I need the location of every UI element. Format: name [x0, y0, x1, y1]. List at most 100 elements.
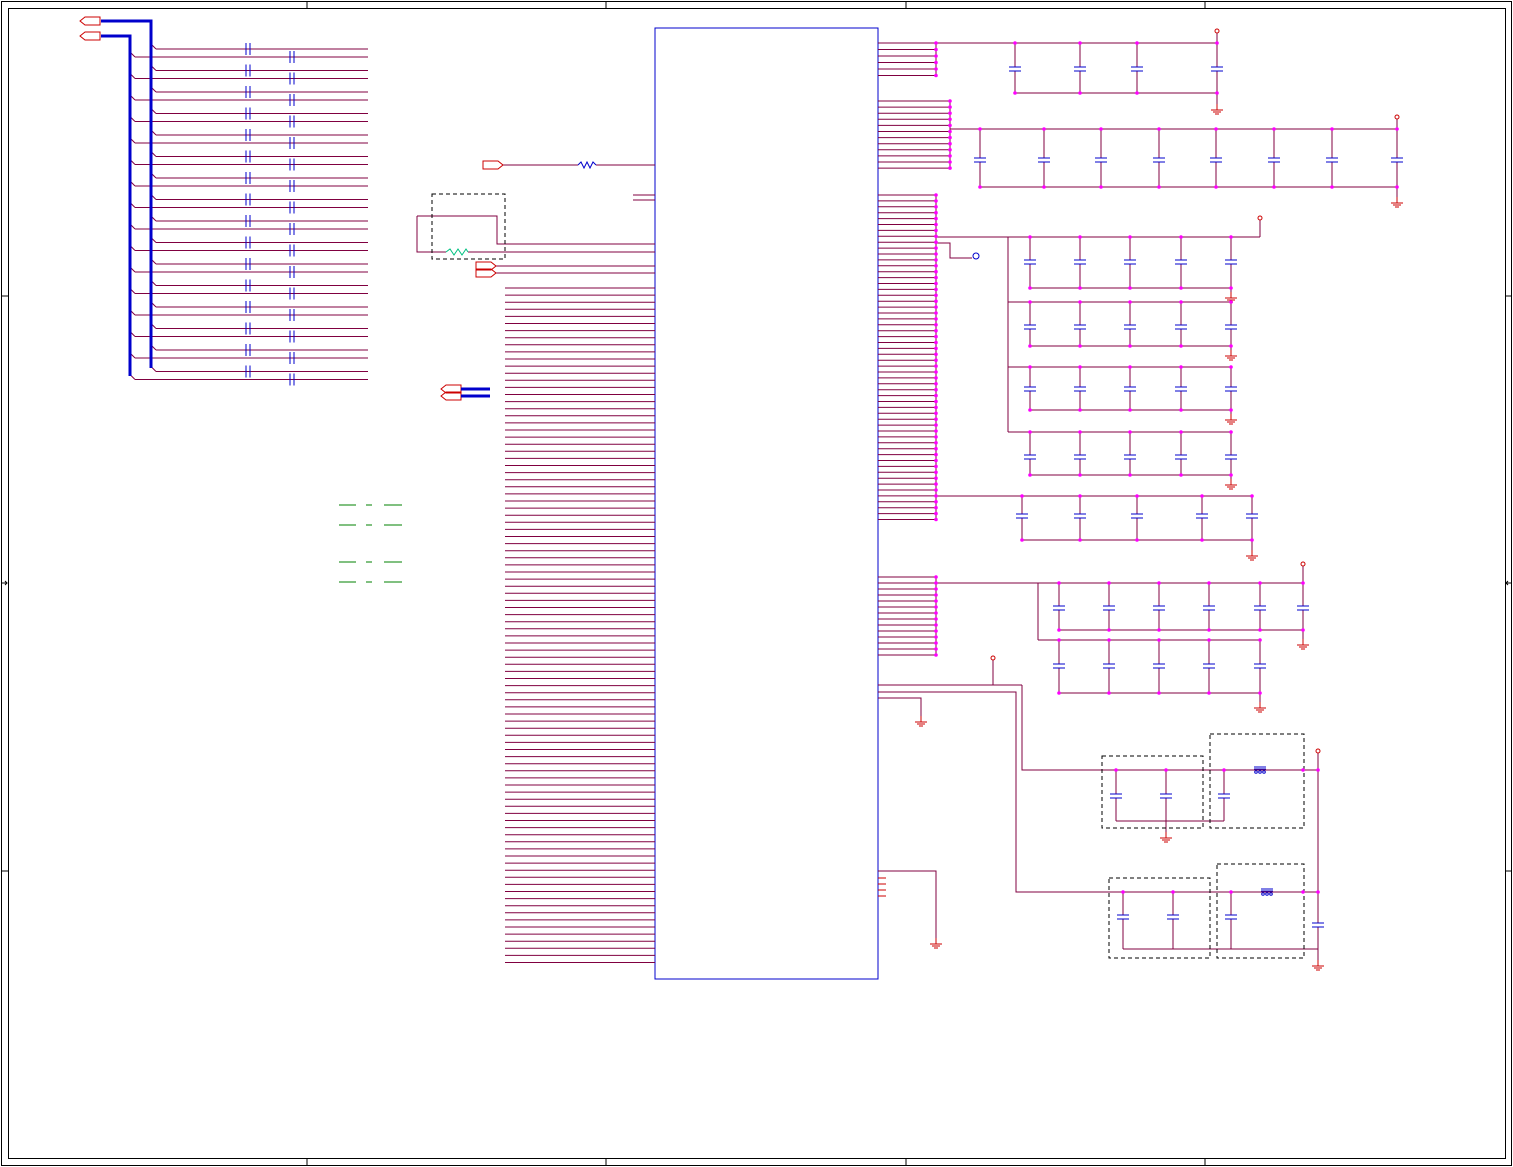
junction-dot [934, 393, 938, 398]
junction-dot [978, 185, 982, 189]
junction-dot [934, 647, 938, 651]
junction-dot [948, 160, 952, 164]
junction-dot [934, 458, 938, 463]
junction-dot [1215, 91, 1219, 95]
junction-dot [1164, 768, 1168, 772]
junction-dot [948, 135, 952, 140]
junction-dot [934, 287, 938, 292]
junction-dot [934, 635, 938, 639]
junction-dot [1179, 300, 1183, 304]
junction-dot [934, 517, 938, 522]
junction-dot [934, 446, 938, 451]
junction-dot [934, 370, 938, 374]
junction-dot [1099, 185, 1103, 189]
junction-dot [1215, 41, 1219, 45]
junction-dot [934, 311, 938, 315]
junction-dot [1128, 408, 1132, 412]
junction-dot [934, 405, 938, 410]
junction-dot [1107, 638, 1111, 642]
junction-dot [934, 299, 938, 304]
junction-dot [934, 500, 938, 504]
junction-dot [1229, 300, 1233, 304]
junction-dot [1250, 538, 1254, 542]
junction-dot [934, 240, 938, 244]
junction-dot [934, 216, 938, 221]
junction-dot [1042, 127, 1046, 131]
junction-dot [1128, 286, 1132, 290]
junction-dot [1301, 768, 1305, 772]
junction-dot [1272, 127, 1276, 131]
junction-dot [934, 482, 938, 486]
junction-dot [934, 73, 938, 78]
junction-dot [934, 358, 938, 363]
junction-dot [934, 494, 938, 498]
junction-dot [934, 629, 938, 633]
junction-dot [934, 47, 938, 52]
junction-dot [1229, 430, 1233, 434]
junction-dot [1013, 41, 1017, 45]
junction-dot [934, 587, 938, 591]
junction-dot [1057, 638, 1061, 642]
junction-dot [1057, 581, 1061, 585]
junction-dot [1179, 344, 1183, 348]
junction-dot [934, 511, 938, 516]
junction-dot [1078, 91, 1082, 95]
junction-dot [948, 141, 952, 146]
junction-dot [978, 127, 982, 131]
junction-dot [934, 67, 938, 71]
junction-dot [934, 575, 938, 579]
junction-dot [1078, 286, 1082, 290]
junction-dot [1229, 235, 1233, 239]
junction-dot [934, 599, 938, 603]
junction-dot [1013, 91, 1017, 95]
junction-dot [934, 340, 938, 345]
junction-dot [934, 293, 938, 298]
junction-dot [948, 99, 952, 103]
junction-dot [934, 364, 938, 368]
junction-dot [934, 205, 938, 209]
junction-dot [934, 281, 938, 286]
junction-dot [1028, 473, 1032, 477]
junction-dot [934, 264, 938, 268]
junction-dot [948, 117, 952, 122]
junction-dot [1128, 344, 1132, 348]
junction-dot [1395, 127, 1399, 131]
junction-dot [1207, 581, 1211, 585]
junction-dot [934, 641, 938, 645]
junction-dot [1028, 430, 1032, 434]
junction-dot [934, 417, 938, 422]
junction-dot [1107, 628, 1111, 632]
junction-dot [934, 488, 938, 492]
junction-dot [1207, 691, 1211, 695]
junction-dot [934, 387, 938, 392]
junction-dot [934, 435, 938, 439]
junction-dot [1179, 473, 1183, 477]
junction-dot [934, 623, 938, 627]
junction-dot [1107, 691, 1111, 695]
junction-dot [1258, 638, 1262, 642]
junction-dot [1057, 691, 1061, 695]
junction-dot [1107, 581, 1111, 585]
junction-dot [1028, 300, 1032, 304]
junction-dot [1258, 691, 1262, 695]
junction-dot [934, 476, 938, 481]
junction-dot [934, 505, 938, 510]
junction-dot [934, 234, 938, 239]
junction-dot [1078, 235, 1082, 239]
junction-dot [948, 166, 952, 170]
junction-dot [934, 252, 938, 256]
junction-dot [1179, 430, 1183, 434]
junction-dot [1128, 473, 1132, 477]
junction-dot [948, 123, 952, 128]
junction-dot [934, 382, 938, 386]
junction-dot [934, 464, 938, 469]
junction-dot [934, 193, 938, 197]
junction-dot [934, 429, 938, 433]
junction-dot [934, 605, 938, 609]
junction-dot [934, 210, 938, 215]
junction-dot [1135, 494, 1139, 498]
junction-dot [1207, 628, 1211, 632]
junction-dot [1395, 185, 1399, 189]
junction-dot [948, 111, 952, 115]
junction-dot [1250, 494, 1254, 498]
